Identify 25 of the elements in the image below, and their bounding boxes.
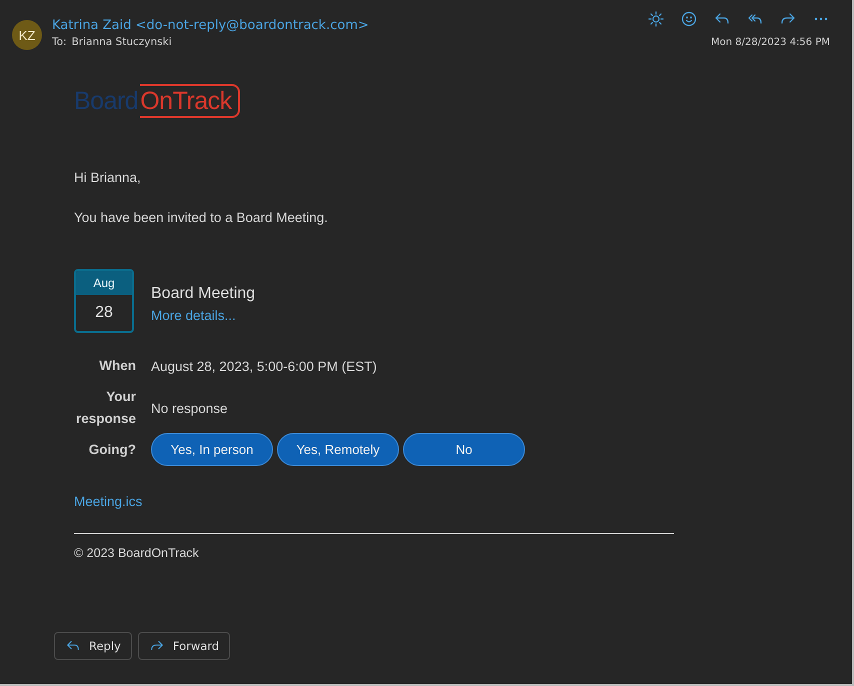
to-label: To: bbox=[52, 36, 67, 48]
avatar: KZ bbox=[12, 20, 42, 50]
calendar-date: Aug 28 bbox=[74, 269, 134, 333]
rsvp-button[interactable]: Yes, In person bbox=[151, 433, 273, 466]
recipient[interactable]: Brianna Stuczynski bbox=[72, 36, 172, 48]
field-label: Your response bbox=[74, 388, 136, 428]
sender[interactable]: Katrina Zaid <do-not-reply@boardontrack.com> bbox=[52, 18, 637, 33]
field-label: Going? bbox=[88, 440, 136, 459]
forward-button[interactable]: Forward bbox=[138, 632, 230, 660]
field-label: When bbox=[99, 357, 136, 375]
copyright: © 2023 BoardOnTrack bbox=[74, 546, 200, 560]
greeting: Hi Brianna, bbox=[74, 170, 142, 185]
rsvp-button[interactable]: Yes, Remotely bbox=[277, 433, 399, 466]
reply-button[interactable]: Reply bbox=[54, 632, 132, 660]
field-value: August 28, 2023, 5:00-6:00 PM (EST) bbox=[151, 358, 378, 374]
smiley-icon[interactable] bbox=[680, 10, 698, 28]
attachment-link[interactable]: Meeting.ics bbox=[74, 494, 142, 509]
details-link[interactable]: More details... bbox=[151, 308, 256, 323]
field-value: No response bbox=[151, 400, 229, 416]
event-title: Board Meeting bbox=[151, 285, 256, 303]
rsvp-button[interactable]: No bbox=[403, 433, 525, 466]
message: You have been invited to a Board Meeting. bbox=[74, 210, 329, 225]
logo: BoardOnTrack bbox=[74, 84, 674, 118]
date: Mon 8/28/2023 4:56 PM bbox=[710, 37, 830, 48]
sun-icon[interactable] bbox=[647, 10, 665, 28]
